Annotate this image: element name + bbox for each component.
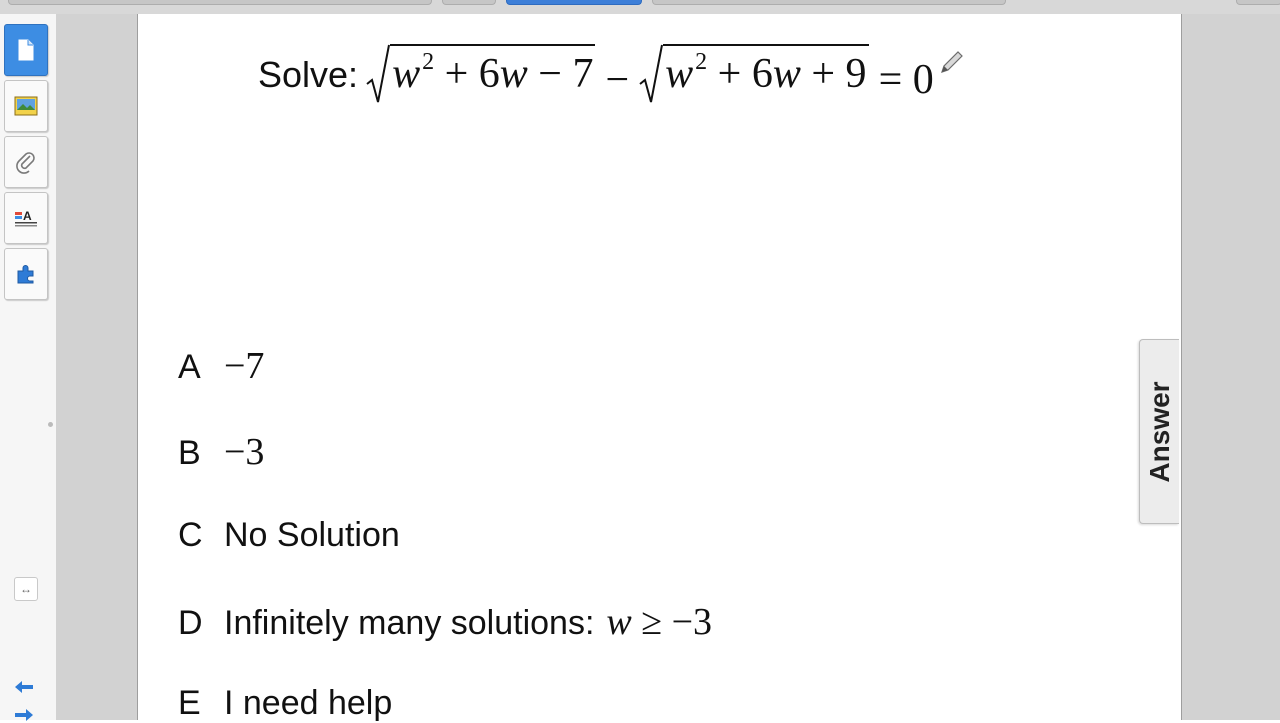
- choice-letter: E: [178, 684, 201, 722]
- radicand2-exp: 2: [695, 49, 708, 75]
- choice-text: −3: [224, 431, 265, 473]
- svg-text:A: A: [23, 209, 32, 223]
- radicand1-tail: − 7: [538, 51, 594, 97]
- gallery-button[interactable]: [4, 80, 48, 132]
- page-sorter-button[interactable]: [4, 24, 48, 76]
- radicand1-var: w: [392, 51, 421, 97]
- tab[interactable]: [652, 0, 1006, 5]
- resize-handle[interactable]: [48, 422, 53, 427]
- arrow-left-icon[interactable]: [13, 680, 35, 694]
- choice-letter: B: [178, 434, 201, 472]
- choice-letter: A: [178, 348, 201, 386]
- page-icon: [18, 39, 34, 61]
- choice-text: Infinitely many solutions:: [224, 604, 595, 642]
- tab[interactable]: [442, 0, 496, 5]
- radicand1-var2: w: [499, 51, 528, 97]
- question: Solve: w2 + 6w − 7 − w2 + 6w + 9 = 0: [258, 44, 966, 114]
- square-root-2: w2 + 6w + 9: [639, 44, 869, 104]
- addons-button[interactable]: [4, 248, 48, 300]
- right-gutter: [1181, 14, 1280, 720]
- tool-rail: A ↔: [0, 14, 56, 721]
- choice-d[interactable]: D Infinitely many solutions: w ≥ −3: [178, 600, 712, 644]
- tab[interactable]: [1236, 0, 1280, 5]
- radicand2-var: w: [665, 51, 694, 97]
- choice-math-rest: ≥ −3: [641, 601, 713, 643]
- properties-button[interactable]: A: [4, 192, 48, 244]
- equals-zero: = 0: [878, 57, 934, 103]
- choice-b[interactable]: B −3: [178, 430, 264, 474]
- whiteboard-page[interactable]: Solve: w2 + 6w − 7 − w2 + 6w + 9 = 0 A −…: [138, 14, 1181, 723]
- left-gutter: [56, 14, 138, 720]
- radical-sign-icon: [366, 44, 391, 103]
- collapse-button[interactable]: ↔: [14, 577, 38, 601]
- radical-sign-icon: [639, 44, 664, 103]
- choice-math-var: w: [606, 601, 632, 643]
- minus-sign: −: [605, 57, 630, 103]
- radicand1-rest: + 6: [444, 51, 500, 97]
- answer-tab-label: Answer: [1143, 380, 1175, 483]
- double-arrow-icon: ↔: [20, 582, 32, 596]
- tab-active[interactable]: [506, 0, 642, 5]
- choice-text: I need help: [224, 684, 393, 722]
- addons-icon: [17, 265, 34, 284]
- radicand2-rest: + 6: [717, 51, 773, 97]
- choice-math: w ≥ −3: [606, 600, 712, 644]
- choice-c[interactable]: C No Solution: [178, 516, 400, 555]
- radicand2-var2: w: [772, 51, 801, 97]
- properties-icon: A: [15, 209, 37, 227]
- equation: w2 + 6w − 7 − w2 + 6w + 9 = 0: [366, 44, 934, 104]
- radicand2-tail: + 9: [811, 51, 867, 97]
- choice-text: −7: [224, 345, 265, 387]
- square-root-1: w2 + 6w − 7: [366, 44, 596, 104]
- tab-strip: [0, 0, 1280, 15]
- choice-text: No Solution: [224, 516, 400, 554]
- image-icon: [14, 96, 38, 116]
- radicand1-exp: 2: [422, 49, 435, 75]
- choice-letter: D: [178, 604, 203, 642]
- tab[interactable]: [8, 0, 432, 5]
- answer-tab[interactable]: Answer: [1139, 339, 1179, 524]
- choice-e[interactable]: E I need help: [178, 684, 392, 723]
- question-label: Solve:: [258, 54, 359, 95]
- attachments-button[interactable]: [4, 136, 48, 188]
- choice-a[interactable]: A −7: [178, 344, 264, 388]
- attachment-icon: [16, 152, 35, 174]
- pen-icon[interactable]: [938, 48, 966, 76]
- choice-letter: C: [178, 516, 203, 554]
